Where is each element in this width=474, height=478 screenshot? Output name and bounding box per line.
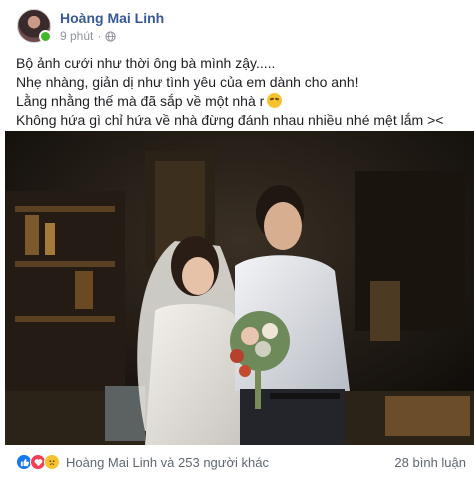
post-photo[interactable] <box>5 131 474 445</box>
post-time[interactable]: 9 phút <box>60 29 93 43</box>
post-text-line: Nhẹ nhàng, giản dị như tình yêu của em d… <box>16 74 359 90</box>
wedding-photo-image <box>5 131 474 445</box>
post-meta: 9 phút · <box>60 29 117 43</box>
author-name[interactable]: Hoàng Mai Linh <box>60 10 164 26</box>
post-text-line: Lằng nhằng thế mà đã sắp về một nhà r <box>16 92 466 111</box>
avatar-container[interactable] <box>17 9 52 43</box>
reactions-summary[interactable]: Hoàng Mai Linh và 253 người khác <box>16 454 269 470</box>
globe-icon[interactable] <box>105 30 117 42</box>
comments-count-link[interactable]: 28 bình luận <box>394 455 466 470</box>
post-text-line-content: Lằng nhằng thế mà đã sắp về một nhà r <box>16 93 265 109</box>
meta-separator: · <box>97 29 102 43</box>
post-text-line: Không hứa gì chỉ hứa về nhà đừng đánh nh… <box>16 112 444 128</box>
reactions-text[interactable]: Hoàng Mai Linh và 253 người khác <box>66 455 269 470</box>
facebook-post: Hoàng Mai Linh 9 phút · Bộ ảnh cưới như … <box>0 0 474 478</box>
sad-icon <box>44 454 60 470</box>
sad-face-emoji-icon <box>267 93 283 108</box>
post-text-line: Bộ ảnh cưới như thời ông bà mình zậy....… <box>16 55 276 71</box>
online-status-dot <box>39 30 52 43</box>
post-text: Bộ ảnh cưới như thời ông bà mình zậy....… <box>16 54 466 130</box>
